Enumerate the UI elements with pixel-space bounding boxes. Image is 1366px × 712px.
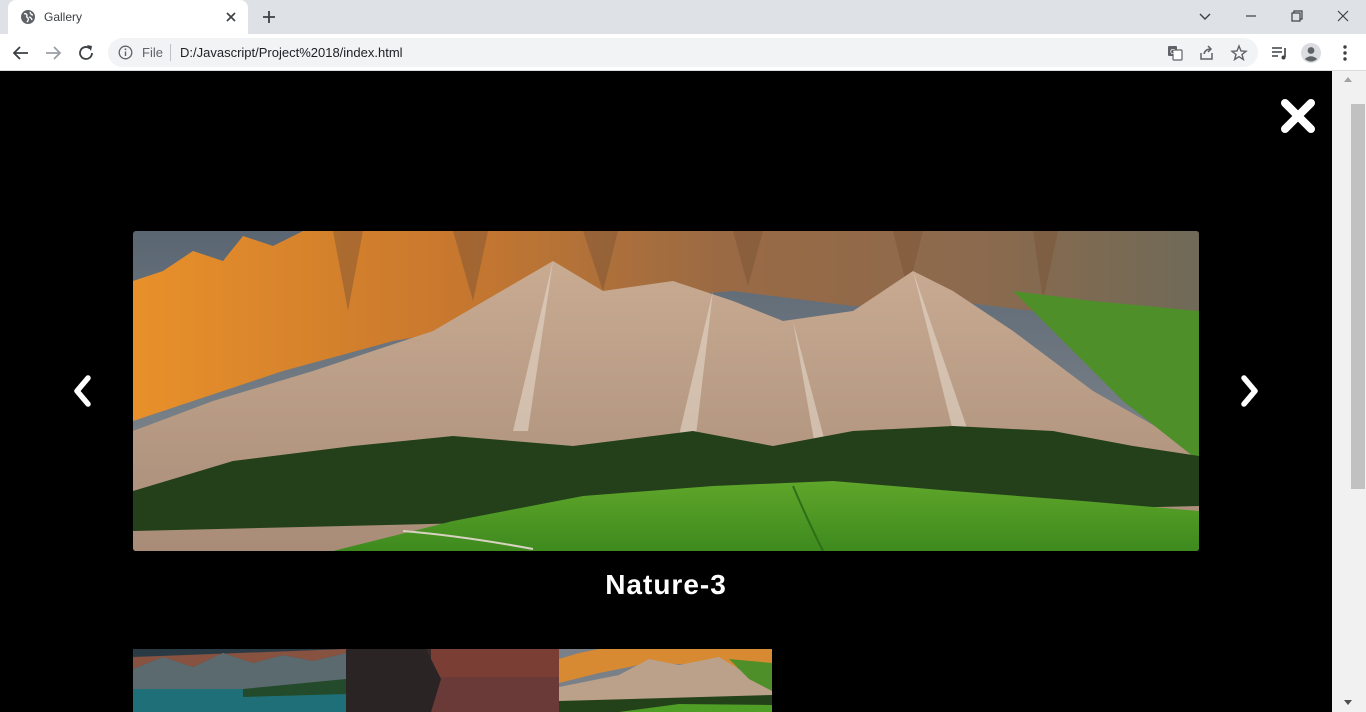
info-icon[interactable] xyxy=(118,45,133,60)
thumbnail-strip xyxy=(133,649,772,712)
thumbnail-nature-1[interactable] xyxy=(133,649,346,712)
star-icon[interactable] xyxy=(1230,44,1248,62)
page-scrollbar[interactable] xyxy=(1332,71,1366,712)
image-caption: Nature-3 xyxy=(605,569,727,600)
url-text[interactable]: D:/Javascript/Project%2018/index.html xyxy=(180,45,403,60)
tab-title: Gallery xyxy=(44,10,83,24)
translate-icon[interactable]: G xyxy=(1166,44,1184,62)
scroll-down-arrow-icon[interactable] xyxy=(1343,699,1353,707)
lightbox-overlay: Nature-3 xyxy=(0,71,1332,712)
svg-text:G: G xyxy=(1170,48,1175,56)
profile-icon[interactable] xyxy=(1300,42,1322,64)
chevron-left-icon[interactable] xyxy=(68,371,96,411)
tab-strip: Gallery xyxy=(0,0,1366,34)
thumbnail-nature-3[interactable] xyxy=(559,649,772,712)
omnibox-divider xyxy=(170,44,171,61)
thumbnail-nature-2[interactable] xyxy=(346,649,559,712)
tab-gallery[interactable]: Gallery xyxy=(8,0,248,34)
scheme-label: File xyxy=(142,45,163,60)
back-arrow-icon[interactable] xyxy=(10,42,32,64)
address-bar[interactable]: File D:/Javascript/Project%2018/index.ht… xyxy=(108,38,1258,67)
globe-icon xyxy=(21,10,35,24)
forward-arrow-icon[interactable] xyxy=(42,42,64,64)
scrollbar-thumb[interactable] xyxy=(1351,104,1365,489)
gallery-main-image xyxy=(133,231,1199,551)
share-icon[interactable] xyxy=(1198,44,1216,62)
close-icon[interactable] xyxy=(224,10,238,24)
scroll-up-arrow-icon[interactable] xyxy=(1343,75,1353,83)
kebab-menu-icon[interactable] xyxy=(1334,42,1356,64)
close-icon[interactable] xyxy=(1333,6,1353,26)
restore-icon[interactable] xyxy=(1287,6,1307,26)
plus-icon[interactable] xyxy=(260,8,278,26)
browser-toolbar: File D:/Javascript/Project%2018/index.ht… xyxy=(0,34,1366,71)
reading-list-icon[interactable] xyxy=(1268,42,1290,64)
reload-icon[interactable] xyxy=(75,42,97,64)
close-icon[interactable] xyxy=(1279,97,1317,135)
chevron-down-icon[interactable] xyxy=(1195,6,1215,26)
chevron-right-icon[interactable] xyxy=(1236,371,1264,411)
minimize-icon[interactable] xyxy=(1241,6,1261,26)
